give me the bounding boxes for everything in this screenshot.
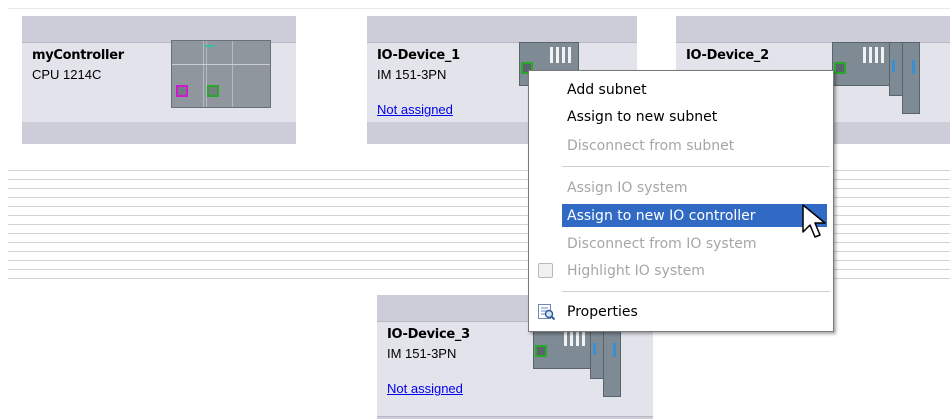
menu-item-highlight-io-system[interactable]: Highlight IO system: [567, 260, 705, 282]
device-type: IM 151-3PN: [377, 67, 447, 82]
device-name[interactable]: myController: [32, 48, 124, 63]
properties-icon: [538, 304, 555, 320]
highlight-io-system-checkbox[interactable]: [538, 263, 553, 278]
mouse-pointer-icon: [802, 204, 826, 238]
menu-separator: [562, 166, 830, 167]
io-device-image[interactable]: [832, 38, 932, 118]
device-name[interactable]: IO-Device_2: [686, 48, 769, 63]
menu-item-disconnect-from-io-system[interactable]: Disconnect from IO system: [567, 233, 756, 255]
menu-item-properties[interactable]: Properties: [567, 301, 638, 323]
green-port-icon[interactable]: [207, 85, 219, 97]
menu-item-disconnect-from-subnet[interactable]: Disconnect from subnet: [567, 135, 734, 157]
device-box-mycontroller[interactable]: myController CPU 1214C: [22, 16, 296, 144]
canvas-top-border: [8, 8, 950, 9]
device-name[interactable]: IO-Device_3: [387, 327, 470, 342]
menu-item-add-subnet[interactable]: Add subnet: [567, 79, 647, 101]
device-type: CPU 1214C: [32, 67, 102, 82]
device-type: IM 151-3PN: [387, 346, 457, 361]
io-device-image[interactable]: [533, 321, 633, 401]
magenta-port-icon[interactable]: [176, 85, 188, 97]
context-menu[interactable]: Add subnet Assign to new subnet Disconne…: [528, 70, 834, 332]
green-port-icon[interactable]: [834, 62, 846, 74]
plc-image[interactable]: [171, 40, 271, 108]
not-assigned-link[interactable]: Not assigned: [377, 102, 453, 117]
menu-item-assign-to-new-subnet[interactable]: Assign to new subnet: [567, 106, 717, 128]
device-footer-band: [22, 122, 296, 144]
menu-item-assign-io-system[interactable]: Assign IO system: [567, 177, 687, 199]
device-header-band: [22, 16, 296, 42]
menu-separator: [562, 291, 830, 292]
green-port-icon[interactable]: [535, 345, 547, 357]
device-name[interactable]: IO-Device_1: [377, 48, 460, 63]
not-assigned-link[interactable]: Not assigned: [387, 381, 463, 396]
network-view-canvas[interactable]: myController CPU 1214C IO-Device_1 IM 15…: [0, 0, 950, 419]
menu-item-assign-to-new-io-controller[interactable]: Assign to new IO controller: [567, 205, 756, 227]
